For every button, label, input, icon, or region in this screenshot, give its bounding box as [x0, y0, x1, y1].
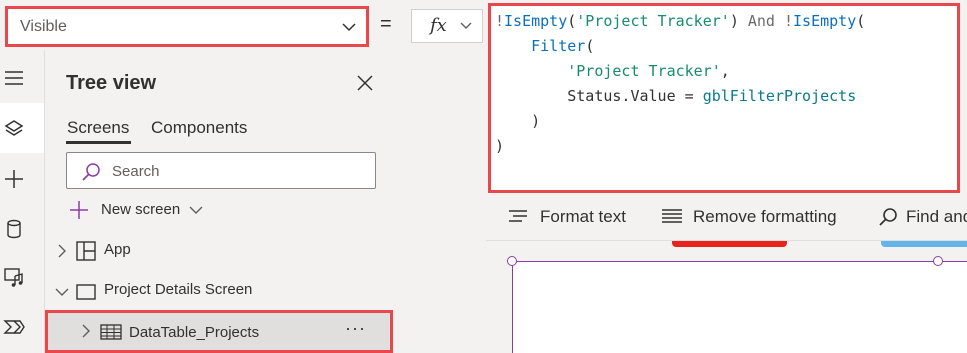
tree-item-datatable-projects[interactable]: DataTable_Projects ···	[45, 310, 393, 353]
selected-datatable-control[interactable]	[512, 261, 967, 353]
resize-handle[interactable]	[933, 256, 943, 266]
media-icon[interactable]	[3, 266, 25, 288]
equals-sign: =	[380, 13, 392, 35]
tree-item-app[interactable]: App	[45, 231, 397, 271]
tab-screens[interactable]: Screens	[67, 118, 129, 138]
canvas-control-blue[interactable]	[881, 241, 967, 247]
fx-icon: fx	[430, 15, 447, 36]
search-icon	[82, 163, 100, 181]
formula-text: !IsEmpty('Project Tracker') And !IsEmpty…	[495, 9, 865, 159]
formula-line: )	[495, 137, 505, 155]
remove-formatting-button[interactable]: Remove formatting	[661, 207, 851, 229]
table-icon	[100, 324, 122, 340]
layers-icon[interactable]	[3, 118, 25, 140]
format-text-label: Format text	[540, 207, 626, 226]
tree-view-title: Tree view	[66, 72, 157, 94]
formula-line: !IsEmpty('Project Tracker') And !IsEmpty…	[495, 12, 866, 30]
search-placeholder: Search	[112, 163, 160, 180]
new-screen-button[interactable]: New screen	[69, 200, 219, 222]
chevron-right-icon	[82, 324, 90, 338]
property-dropdown-value: Visible	[20, 18, 67, 35]
formula-line: Filter(	[531, 37, 595, 55]
power-automate-icon[interactable]	[3, 316, 25, 338]
resize-handle[interactable]	[507, 256, 517, 266]
tree-item-label: DataTable_Projects	[129, 324, 260, 341]
new-screen-label: New screen	[101, 201, 181, 218]
plus-icon	[70, 201, 88, 219]
format-text-button[interactable]: Format text	[508, 207, 638, 229]
tab-components[interactable]: Components	[151, 118, 247, 138]
screen-icon	[76, 284, 96, 300]
remove-formatting-label: Remove formatting	[693, 207, 837, 226]
formula-line: 'Project Tracker',	[567, 62, 730, 80]
tree-item-project-details-screen[interactable]: Project Details Screen	[45, 271, 397, 311]
database-icon[interactable]	[3, 218, 25, 240]
find-and-label: Find and	[906, 207, 967, 226]
formula-line: Status.Value = gblFilterProjects	[495, 87, 857, 105]
tree-item-label: App	[104, 241, 131, 258]
tree-item-label: Project Details Screen	[104, 281, 253, 298]
chevron-right-icon	[58, 244, 66, 258]
formula-line: )	[495, 112, 541, 130]
left-icon-rail	[0, 50, 45, 353]
chevron-down-icon	[342, 23, 356, 32]
hamburger-icon[interactable]	[3, 70, 25, 92]
app-icon	[76, 241, 96, 261]
fx-button[interactable]: fx	[411, 9, 483, 43]
chevron-down-icon	[55, 288, 69, 296]
close-icon[interactable]	[357, 75, 373, 91]
tab-active-underline	[66, 141, 131, 144]
property-dropdown[interactable]: Visible	[5, 6, 369, 47]
find-and-replace-button[interactable]: Find and	[878, 207, 967, 229]
formula-editor[interactable]: !IsEmpty('Project Tracker') And !IsEmpty…	[488, 3, 960, 193]
chevron-down-icon	[189, 206, 203, 214]
more-options-icon[interactable]: ···	[345, 318, 366, 339]
chevron-down-icon	[460, 22, 472, 30]
plus-icon[interactable]	[3, 168, 25, 190]
formula-toolbar: Format text Remove formatting Find and	[486, 195, 967, 241]
search-input[interactable]: Search	[66, 152, 376, 189]
canvas-control-red[interactable]	[672, 241, 787, 247]
